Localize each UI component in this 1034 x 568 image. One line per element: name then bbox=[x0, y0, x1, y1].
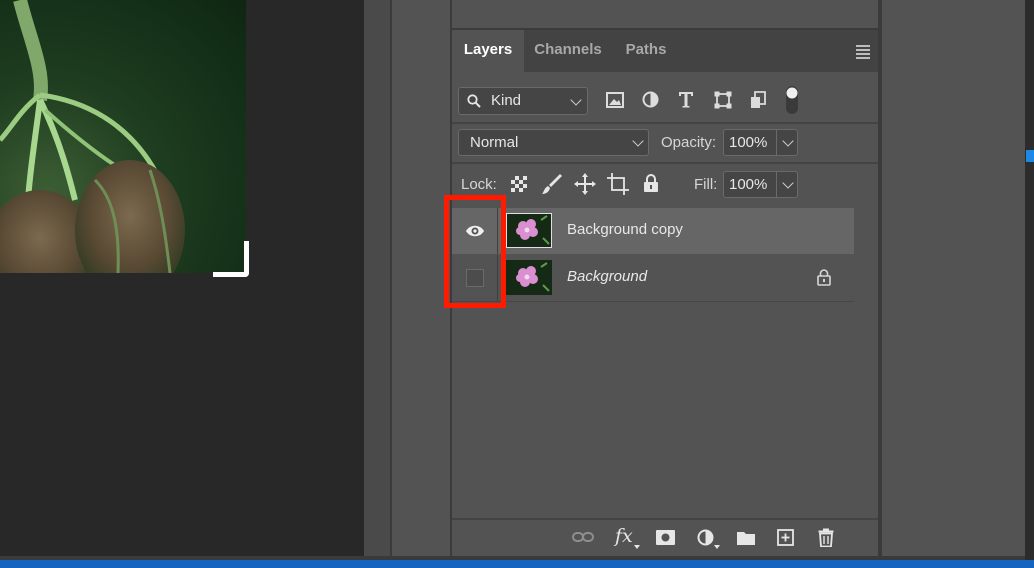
chevron-down-icon bbox=[782, 177, 794, 189]
lock-all-icon[interactable] bbox=[643, 174, 659, 192]
search-icon bbox=[467, 94, 481, 108]
layers-panel-footer: fx bbox=[452, 518, 878, 556]
blend-mode-value: Normal bbox=[470, 134, 519, 151]
chevron-down-icon bbox=[570, 94, 582, 106]
opacity-field[interactable]: 100% bbox=[723, 129, 798, 156]
scroll-corner bbox=[364, 533, 390, 556]
tab-paths[interactable]: Paths bbox=[612, 30, 680, 72]
lock-label: Lock: bbox=[461, 176, 497, 193]
tab-layers[interactable]: Layers bbox=[452, 30, 524, 72]
panel-menu-icon[interactable] bbox=[856, 45, 870, 61]
add-mask-icon[interactable] bbox=[656, 530, 675, 545]
right-edge-accent bbox=[1026, 150, 1034, 162]
layers-panel: Layers Channels Paths Kind Normal Opacit… bbox=[452, 30, 878, 556]
collapsed-top-panel bbox=[452, 0, 878, 30]
chevron-down-icon bbox=[632, 135, 644, 147]
image-filter-icon[interactable] bbox=[606, 92, 624, 108]
vertical-scrollbar[interactable] bbox=[364, 0, 390, 556]
opacity-value: 100% bbox=[729, 134, 768, 151]
divider bbox=[452, 122, 878, 124]
fx-icon[interactable]: fx bbox=[615, 525, 633, 547]
flower-bud-photo[interactable] bbox=[0, 0, 246, 273]
layer-thumbnail bbox=[506, 213, 552, 248]
panel-divider bbox=[878, 0, 882, 556]
fill-value: 100% bbox=[729, 176, 768, 193]
link-layers-icon[interactable] bbox=[572, 530, 594, 544]
fill-field[interactable]: 100% bbox=[723, 171, 798, 198]
blend-mode-select[interactable]: Normal bbox=[458, 129, 649, 156]
panel-divider bbox=[390, 0, 392, 556]
lock-image-pixels-icon[interactable] bbox=[541, 173, 563, 195]
lock-artboard-icon[interactable] bbox=[607, 173, 629, 195]
right-panel-edge bbox=[1025, 0, 1034, 560]
type-filter-icon[interactable] bbox=[678, 91, 694, 108]
tab-channels[interactable]: Channels bbox=[524, 30, 612, 72]
new-layer-icon[interactable] bbox=[777, 529, 794, 546]
layer-row-background[interactable]: Background bbox=[452, 255, 854, 302]
divider bbox=[452, 162, 878, 164]
crop-corner-handle[interactable] bbox=[213, 241, 249, 277]
layer-name[interactable]: Background bbox=[567, 268, 647, 285]
layer-thumbnail bbox=[506, 260, 552, 295]
adjustment-menu-icon bbox=[714, 545, 720, 549]
adjustment-filter-icon[interactable] bbox=[642, 91, 659, 108]
fx-menu-icon bbox=[634, 545, 640, 549]
lock-icon bbox=[817, 269, 831, 286]
lock-position-icon[interactable] bbox=[574, 173, 596, 195]
new-adjustment-icon[interactable] bbox=[697, 529, 714, 546]
filter-kind-label: Kind bbox=[491, 92, 522, 109]
layer-filter-kind-select[interactable]: Kind bbox=[458, 87, 588, 115]
smart-object-filter-icon[interactable] bbox=[750, 91, 766, 109]
lock-transparent-pixels-icon[interactable] bbox=[511, 176, 527, 192]
shape-filter-icon[interactable] bbox=[714, 91, 732, 109]
taskbar-edge bbox=[0, 560, 1034, 568]
layer-name[interactable]: Background copy bbox=[567, 221, 683, 238]
filter-toggle-icon[interactable] bbox=[785, 85, 799, 115]
new-group-icon[interactable] bbox=[736, 530, 756, 546]
document-canvas-area[interactable] bbox=[0, 0, 364, 533]
opacity-label: Opacity: bbox=[661, 134, 717, 151]
panel-tab-bar: Layers Channels Paths bbox=[452, 30, 878, 72]
highlight-annotation-box bbox=[444, 195, 506, 308]
canvas-bottom bbox=[0, 533, 364, 556]
layer-row-background-copy[interactable]: Background copy bbox=[452, 208, 854, 254]
fill-label: Fill: bbox=[694, 176, 718, 193]
chevron-down-icon bbox=[782, 135, 794, 147]
delete-layer-icon[interactable] bbox=[818, 528, 834, 547]
